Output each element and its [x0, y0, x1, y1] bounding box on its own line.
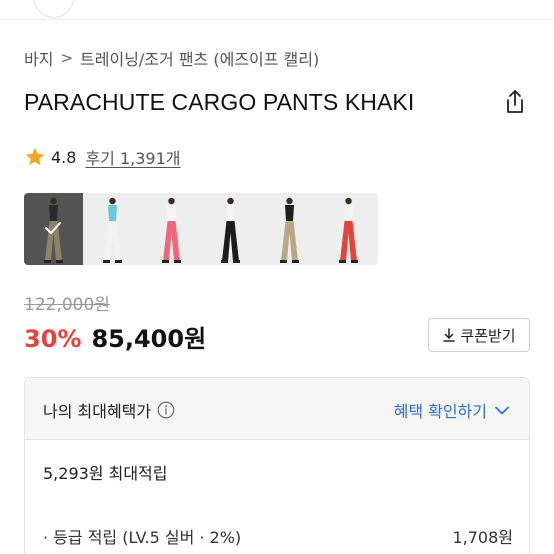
share-icon	[507, 90, 523, 113]
model-figure	[162, 197, 181, 263]
model-figure	[103, 197, 122, 263]
breadcrumb-root[interactable]: 바지	[24, 46, 53, 70]
product-title: PARACHUTE CARGO PANTS KHAKI	[24, 89, 415, 115]
check-icon	[45, 222, 61, 234]
model-figure	[339, 197, 358, 263]
thumbnail-red[interactable]	[319, 193, 378, 265]
thumbnail-black[interactable]	[201, 193, 260, 265]
download-icon	[443, 328, 456, 342]
thumbnail-white[interactable]	[83, 193, 142, 265]
benefit-title: 나의 최대혜택가	[43, 398, 175, 422]
benefit-header: 나의 최대혜택가 혜택 확인하기	[25, 378, 529, 440]
grade-points-label: · 등급 적립 (LV.5 실버 · 2%)	[43, 528, 242, 547]
star-icon	[25, 147, 45, 166]
thumbnail-khaki[interactable]	[260, 193, 319, 265]
sale-price: 85,400원	[91, 325, 207, 353]
thumbnail-khaki-selected[interactable]	[24, 193, 83, 265]
review-count-link[interactable]: 후기 1,391개	[85, 145, 180, 169]
rating-row: 4.8 후기 1,391개	[24, 145, 181, 169]
share-button[interactable]	[503, 89, 527, 115]
benefit-link-label: 혜택 확인하기	[393, 402, 487, 421]
info-icon[interactable]	[157, 401, 175, 419]
rating-score: 4.8	[51, 147, 77, 167]
max-points: 5,293원 최대적립	[43, 464, 168, 483]
benefit-check-link[interactable]: 혜택 확인하기	[394, 398, 509, 422]
model-figure	[221, 197, 240, 263]
coupon-button[interactable]: 쿠폰받기	[428, 318, 530, 352]
model-figure	[280, 197, 299, 263]
benefit-panel: 나의 최대혜택가 혜택 확인하기 5,293원 최대적립 · 등급 적립 (LV…	[24, 377, 530, 554]
grade-points-value: 1,708원	[452, 528, 513, 547]
breadcrumb-separator: >	[60, 49, 74, 67]
price-row: 30% 85,400원	[24, 319, 206, 354]
breadcrumb-current[interactable]: 트레이닝/조거 팬츠 (에즈이프 캘리)	[80, 46, 319, 70]
breadcrumb: 바지 > 트레이닝/조거 팬츠 (에즈이프 캘리)	[24, 46, 319, 70]
thumbnail-pink[interactable]	[142, 193, 201, 265]
coupon-label: 쿠폰받기	[460, 326, 516, 345]
discount-rate: 30%	[24, 325, 82, 353]
grade-points-row: · 등급 적립 (LV.5 실버 · 2%) 1,708원	[43, 524, 513, 548]
chevron-down-icon	[495, 406, 509, 414]
top-bar	[0, 0, 554, 20]
benefit-title-text: 나의 최대혜택가	[43, 402, 152, 421]
original-price: 122,000원	[24, 295, 110, 315]
top-button-edge[interactable]	[34, 0, 74, 18]
color-thumbnails	[24, 193, 378, 265]
